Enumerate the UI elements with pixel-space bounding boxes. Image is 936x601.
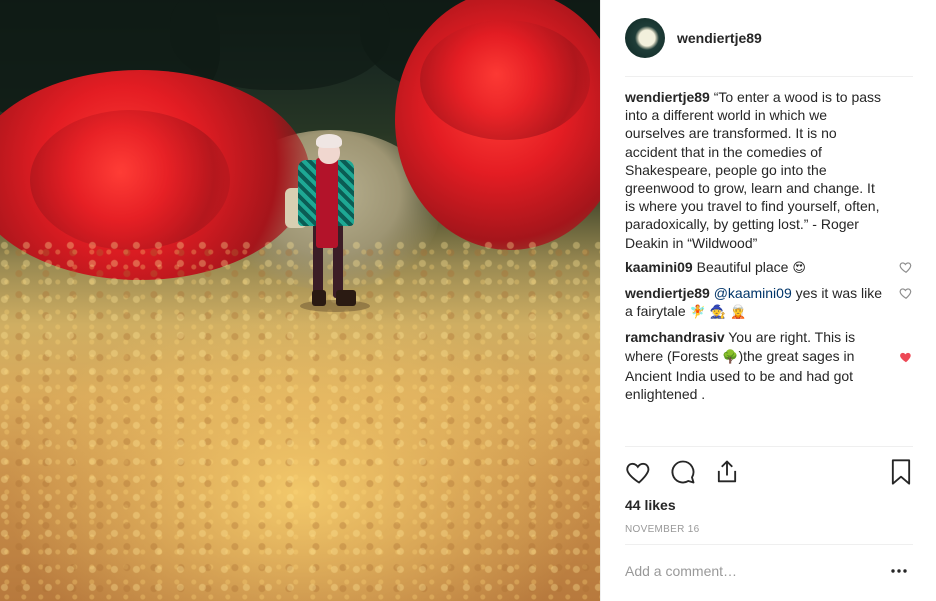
person-boot-left [312, 290, 326, 306]
heart-filled-icon[interactable] [899, 350, 913, 364]
comments-list: wendiertje89 “To enter a wood is to pass… [625, 88, 913, 409]
comment-emoji: 🌳 [722, 349, 739, 365]
caption-username[interactable]: wendiertje89 [625, 89, 710, 105]
comment-divider [625, 544, 913, 545]
header-divider [625, 76, 913, 77]
fallen-leaves [0, 240, 600, 601]
red-foliage-right-top [420, 20, 590, 140]
comment-username[interactable]: wendiertje89 [625, 285, 710, 301]
person-shadow [300, 300, 370, 312]
comment-emoji: 😍 [792, 260, 806, 276]
list-item: kaamini09 Beautiful place 😍 [625, 258, 913, 278]
header-username[interactable]: wendiertje89 [677, 30, 762, 46]
heart-outline-icon[interactable] [899, 260, 913, 274]
share-icon[interactable] [713, 458, 741, 486]
list-item: wendiertje89 @kaamini09 yes it was like … [625, 284, 913, 322]
comment-username[interactable]: ramchandrasiv [625, 329, 725, 345]
avatar[interactable] [625, 18, 665, 58]
add-comment-input[interactable] [625, 558, 875, 584]
heart-outline-icon[interactable] [899, 286, 913, 300]
speech-bubble-icon[interactable] [669, 458, 697, 486]
person-boot-right [336, 290, 356, 306]
bookmark-icon[interactable] [887, 458, 915, 486]
post-sidebar: wendiertje89 wendiertje89 “To enter a wo… [600, 0, 936, 601]
more-options-icon[interactable] [889, 562, 909, 580]
actions-divider [625, 446, 913, 447]
post-header: wendiertje89 [625, 16, 913, 60]
mention-link[interactable]: @kaamini09 [714, 285, 792, 301]
heart-outline-icon[interactable] [625, 458, 653, 486]
post-photo[interactable] [0, 0, 600, 601]
list-item: ramchandrasiv You are right. This is whe… [625, 328, 913, 403]
comment-username[interactable]: kaamini09 [625, 259, 693, 275]
post-date[interactable]: NOVEMBER 16 [625, 524, 699, 535]
caption-text: “To enter a wood is to pass into a diffe… [625, 89, 882, 251]
person-scarf [316, 158, 338, 248]
red-foliage-left-inner [30, 110, 230, 250]
person-hat [316, 134, 342, 148]
caption: wendiertje89 “To enter a wood is to pass… [625, 88, 913, 252]
comment-text: Beautiful place [696, 258, 789, 275]
comment-emoji: 🧚 🧙 🧝 [689, 305, 747, 321]
action-bar [625, 454, 913, 490]
likes-count[interactable]: 44 likes [625, 497, 676, 513]
